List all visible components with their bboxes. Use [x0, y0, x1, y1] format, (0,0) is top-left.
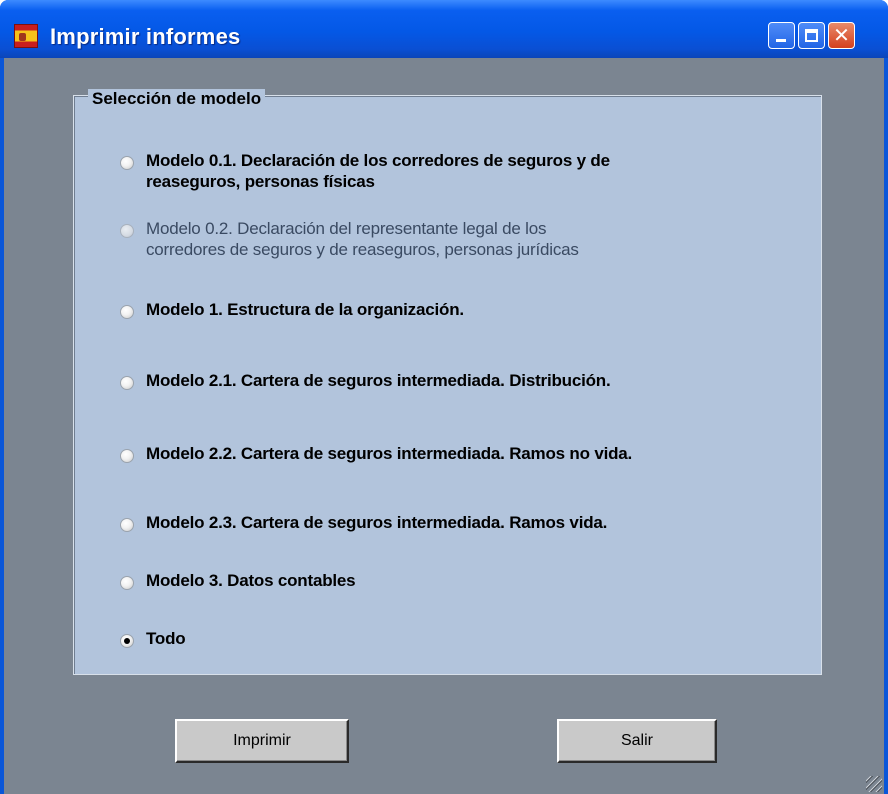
print-button[interactable]: Imprimir: [175, 719, 349, 763]
option-label[interactable]: Modelo 2.1. Cartera de seguros intermedi…: [146, 370, 611, 391]
group-legend: Selección de modelo: [88, 89, 266, 109]
radio-todo[interactable]: [120, 634, 134, 648]
maximize-button[interactable]: [798, 22, 825, 49]
option-modelo-0-1[interactable]: Modelo 0.1. Declaración de los corredore…: [120, 150, 610, 192]
exit-button[interactable]: Salir: [557, 719, 717, 763]
dialog-client-area: Selección de modelo Modelo 0.1. Declarac…: [4, 58, 884, 794]
option-label-line: reaseguros, personas físicas: [146, 172, 375, 191]
option-label-line: Modelo 0.2. Declaración del representant…: [146, 219, 547, 238]
option-modelo-2-3[interactable]: Modelo 2.3. Cartera de seguros intermedi…: [120, 512, 607, 533]
resize-grip-icon[interactable]: [866, 776, 882, 792]
option-modelo-2-2[interactable]: Modelo 2.2. Cartera de seguros intermedi…: [120, 443, 632, 464]
minimize-icon: [776, 39, 786, 42]
option-label: Modelo 0.2. Declaración del representant…: [146, 218, 579, 260]
option-modelo-3[interactable]: Modelo 3. Datos contables: [120, 570, 356, 591]
minimize-button[interactable]: [768, 22, 795, 49]
option-todo[interactable]: Todo: [120, 628, 186, 649]
option-label[interactable]: Modelo 0.1. Declaración de los corredore…: [146, 150, 610, 192]
option-label[interactable]: Modelo 1. Estructura de la organización.: [146, 299, 464, 320]
option-modelo-1[interactable]: Modelo 1. Estructura de la organización.: [120, 299, 464, 320]
option-label[interactable]: Todo: [146, 628, 186, 649]
title-bar[interactable]: Imprimir informes ✕: [0, 0, 888, 58]
radio-modelo-2-1[interactable]: [120, 376, 134, 390]
option-label[interactable]: Modelo 2.3. Cartera de seguros intermedi…: [146, 512, 607, 533]
model-selection-group: Selección de modelo Modelo 0.1. Declarac…: [73, 89, 822, 675]
window-title: Imprimir informes: [50, 24, 241, 49]
close-button[interactable]: ✕: [828, 22, 855, 49]
radio-modelo-3[interactable]: [120, 576, 134, 590]
radio-modelo-1[interactable]: [120, 305, 134, 319]
radio-modelo-0-1[interactable]: [120, 156, 134, 170]
option-modelo-2-1[interactable]: Modelo 2.1. Cartera de seguros intermedi…: [120, 370, 611, 391]
radio-modelo-0-2: [120, 224, 134, 238]
maximize-icon: [805, 29, 818, 42]
dialog-window: Imprimir informes ✕ Selección de modelo …: [0, 0, 888, 794]
radio-modelo-2-3[interactable]: [120, 518, 134, 532]
option-label[interactable]: Modelo 2.2. Cartera de seguros intermedi…: [146, 443, 632, 464]
app-flag-icon[interactable]: [14, 24, 38, 48]
close-icon: ✕: [833, 23, 850, 47]
option-label-line: corredores de seguros y de reaseguros, p…: [146, 240, 579, 259]
option-label-line: Modelo 0.1. Declaración de los corredore…: [146, 151, 610, 170]
option-modelo-0-2: Modelo 0.2. Declaración del representant…: [120, 218, 579, 260]
option-label[interactable]: Modelo 3. Datos contables: [146, 570, 356, 591]
radio-modelo-2-2[interactable]: [120, 449, 134, 463]
